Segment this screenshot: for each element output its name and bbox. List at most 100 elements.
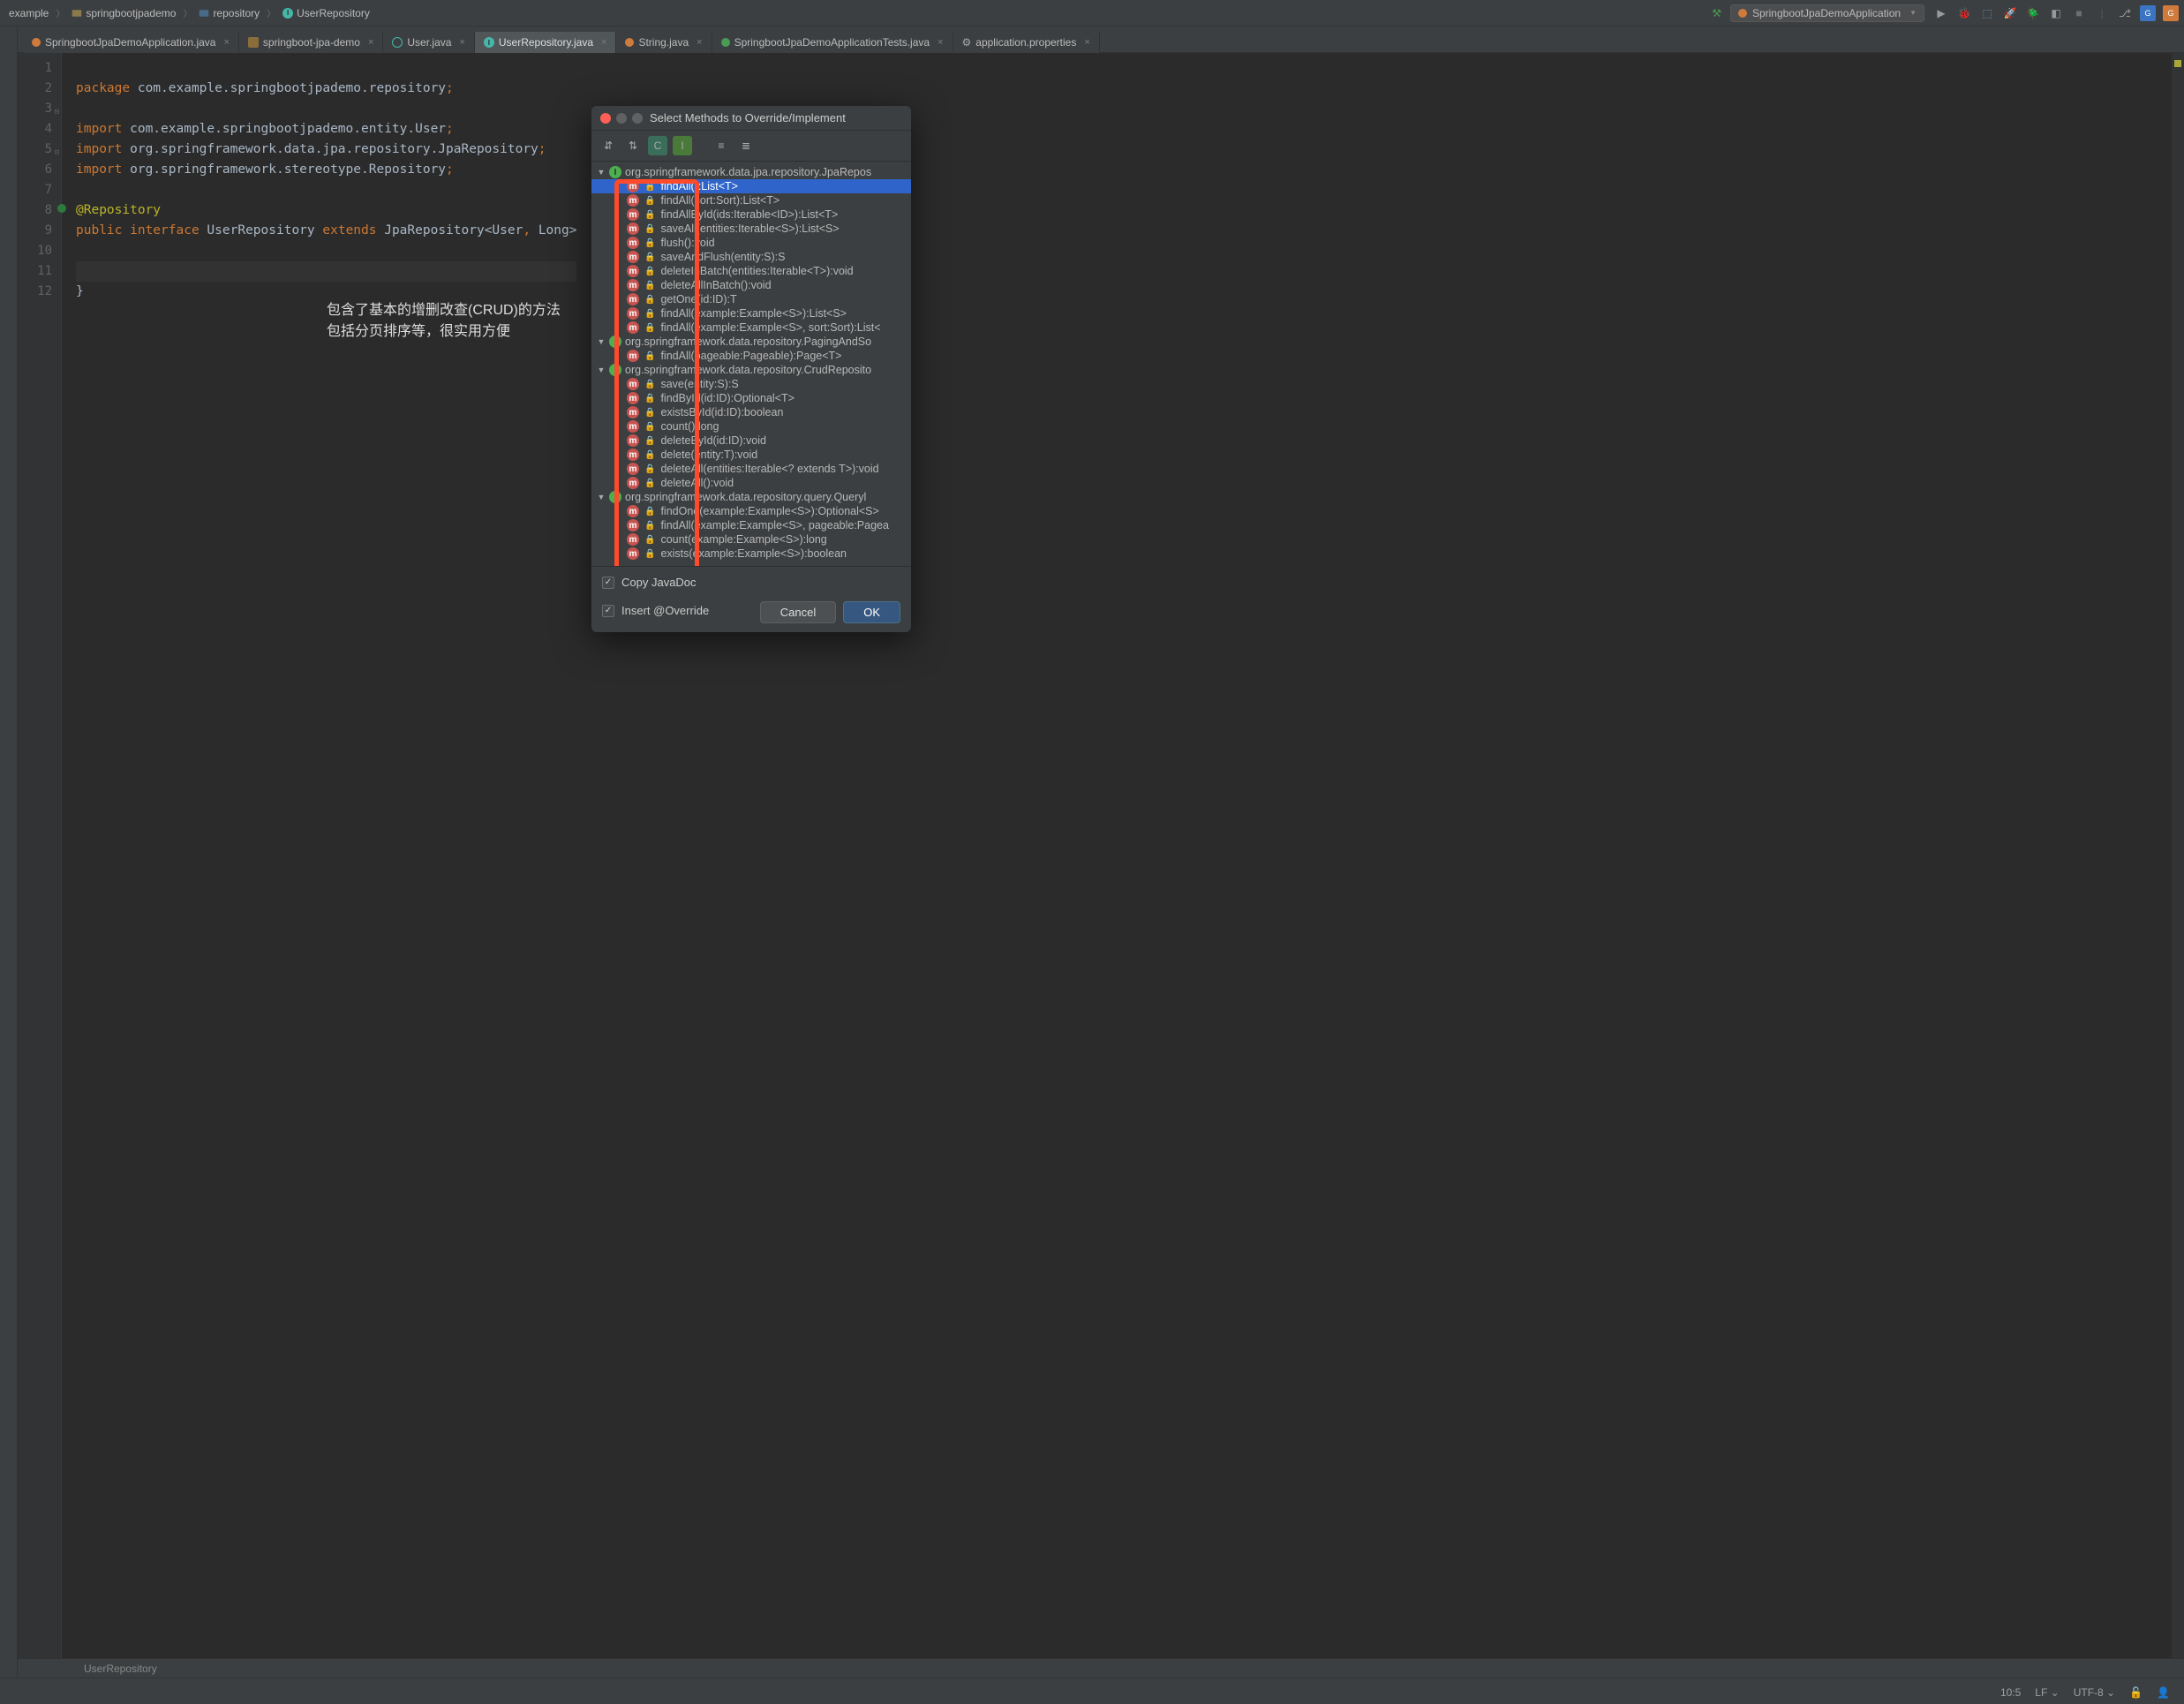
close-icon[interactable]: × — [368, 37, 373, 48]
method-label: delete(entity:T):void — [660, 449, 757, 461]
sort-alpha-icon[interactable]: ⇵ — [599, 136, 618, 155]
breadcrumb-item[interactable]: repository — [195, 5, 263, 21]
copy-javadoc-checkbox[interactable]: ✓ Copy JavaDoc — [602, 576, 900, 589]
close-icon[interactable]: × — [1084, 37, 1089, 48]
tree-method[interactable]: m🔒deleteById(id:ID):void — [591, 434, 911, 448]
method-icon: m — [627, 265, 639, 277]
tree-method[interactable]: m🔒findAllById(ids:Iterable<ID>):List<T> — [591, 207, 911, 222]
method-label: findAll(sort:Sort):List<T> — [660, 194, 779, 207]
lock-icon: 🔒 — [644, 323, 655, 333]
error-stripe[interactable] — [2172, 53, 2184, 1660]
line-separator[interactable]: LF ⌄ — [2035, 1686, 2059, 1699]
method-tree[interactable]: ▼Iorg.springframework.data.jpa.repositor… — [591, 162, 911, 566]
fold-icon[interactable]: ⊟ — [55, 102, 59, 123]
tree-group[interactable]: ▼Iorg.springframework.data.repository.Pa… — [591, 335, 911, 349]
close-window-icon[interactable] — [600, 113, 611, 124]
close-icon[interactable]: × — [938, 37, 943, 48]
tree-method[interactable]: m🔒findOne(example:Example<S>):Optional<S… — [591, 504, 911, 518]
zoom-window-icon[interactable] — [632, 113, 643, 124]
tree-method[interactable]: m🔒findById(id:ID):Optional<T> — [591, 391, 911, 405]
tree-method[interactable]: m🔒deleteInBatch(entities:Iterable<T>):vo… — [591, 264, 911, 278]
close-icon[interactable]: × — [223, 37, 229, 48]
interface-icon: I — [484, 37, 494, 48]
tree-method[interactable]: m🔒delete(entity:T):void — [591, 448, 911, 462]
tree-method[interactable]: m🔒getOne(id:ID):T — [591, 292, 911, 306]
editor-breadcrumb[interactable]: UserRepository — [18, 1658, 2184, 1678]
cancel-button[interactable]: Cancel — [760, 601, 836, 623]
hector-icon[interactable]: 👤 — [2157, 1686, 2170, 1699]
editor-tab[interactable]: SpringbootJpaDemoApplicationTests.java× — [712, 32, 953, 53]
breadcrumb-item[interactable]: I UserRepository — [279, 5, 373, 21]
breadcrumb-item[interactable]: springbootjpademo — [68, 5, 179, 21]
close-icon[interactable]: × — [459, 37, 464, 48]
tool-window-strip-left[interactable] — [0, 26, 18, 1678]
fold-icon[interactable]: ⊡ — [55, 143, 59, 163]
tree-group[interactable]: ▼Iorg.springframework.data.repository.Cr… — [591, 363, 911, 377]
sort-visibility-icon[interactable]: ⇅ — [623, 136, 643, 155]
show-interfaces-icon[interactable]: I — [673, 136, 692, 155]
dialog-titlebar[interactable]: Select Methods to Override/Implement — [591, 106, 911, 131]
editor-tab[interactable]: SpringbootJpaDemoApplication.java× — [23, 32, 239, 53]
lock-icon[interactable]: 🔓 — [2129, 1686, 2143, 1699]
caret-position[interactable]: 10:5 — [2000, 1686, 2021, 1699]
close-icon[interactable]: × — [697, 37, 702, 48]
tree-method[interactable]: m🔒count(example:Example<S>):long — [591, 532, 911, 547]
line-gutter[interactable]: 1 2 3⊟ 4 5⊡ 6 7 8 9 10 11 12 — [18, 53, 62, 1660]
tree-method[interactable]: m🔒findAll():List<T> — [591, 179, 911, 193]
update-icon[interactable]: G — [2140, 5, 2156, 21]
type-name: Long> — [538, 223, 577, 238]
stop-icon[interactable]: ■ — [2071, 5, 2087, 21]
insert-override-checkbox[interactable]: ✓ Insert @Override — [602, 604, 709, 617]
profiler-icon[interactable]: ◧ — [2048, 5, 2064, 21]
lock-icon: 🔒 — [644, 351, 655, 361]
code-area[interactable]: package com.example.springbootjpademo.re… — [62, 53, 576, 1660]
collapse-all-icon[interactable]: ≣ — [736, 136, 756, 155]
g-translate-icon[interactable]: G — [2163, 5, 2179, 21]
warning-mark-icon[interactable] — [2174, 60, 2181, 67]
tree-method[interactable]: m🔒saveAndFlush(entity:S):S — [591, 250, 911, 264]
tree-method[interactable]: m🔒count():long — [591, 419, 911, 434]
debug-icon[interactable]: 🐞 — [1956, 5, 1972, 21]
method-label: saveAll(entities:Iterable<S>):List<S> — [660, 222, 839, 235]
breadcrumb-item[interactable]: example — [5, 5, 52, 21]
editor-tab[interactable]: User.java× — [383, 32, 474, 53]
tree-method[interactable]: m🔒findAll(example:Example<S>):List<S> — [591, 306, 911, 320]
tree-method[interactable]: m🔒deleteAll():void — [591, 476, 911, 490]
tree-method[interactable]: m🔒deleteAll(entities:Iterable<? extends … — [591, 462, 911, 476]
punct: , — [523, 223, 538, 238]
editor-tab[interactable]: springboot-jpa-demo× — [239, 32, 384, 53]
expand-all-icon[interactable]: ≡ — [712, 136, 731, 155]
show-classes-icon[interactable]: C — [648, 136, 667, 155]
editor-tab[interactable]: ⚙ application.properties× — [953, 32, 1100, 53]
tree-method[interactable]: m🔒saveAll(entities:Iterable<S>):List<S> — [591, 222, 911, 236]
tree-group[interactable]: ▼Iorg.springframework.data.jpa.repositor… — [591, 165, 911, 179]
file-encoding[interactable]: UTF-8 ⌄ — [2074, 1686, 2115, 1699]
editor-tab[interactable]: I UserRepository.java× — [475, 32, 617, 53]
close-icon[interactable]: × — [601, 37, 606, 48]
tree-method[interactable]: m🔒findAll(example:Example<S>, sort:Sort)… — [591, 320, 911, 335]
method-label: findAllById(ids:Iterable<ID>):List<T> — [660, 208, 838, 221]
tree-group[interactable]: ▼Iorg.springframework.data.repository.qu… — [591, 490, 911, 504]
tree-method[interactable]: m🔒findAll(example:Example<S>, pageable:P… — [591, 518, 911, 532]
run-icon[interactable]: ▶ — [1933, 5, 1949, 21]
tree-method[interactable]: m🔒exists(example:Example<S>):boolean — [591, 547, 911, 561]
hammer-icon[interactable]: ⚒ — [1712, 7, 1721, 19]
editor[interactable]: 1 2 3⊟ 4 5⊡ 6 7 8 9 10 11 12 package com… — [18, 53, 2184, 1660]
dialog-footer: ✓ Copy JavaDoc ✓ Insert @Override Cancel… — [591, 566, 911, 632]
tree-method[interactable]: m🔒existsById(id:ID):boolean — [591, 405, 911, 419]
jrebel-debug-icon[interactable]: 🪲 — [2025, 5, 2041, 21]
coverage-icon[interactable]: ⬚ — [1979, 5, 1995, 21]
gutter-mark-icon[interactable] — [57, 204, 66, 213]
ok-button[interactable]: OK — [843, 601, 900, 623]
minimize-window-icon[interactable] — [616, 113, 627, 124]
tree-method[interactable]: m🔒save(entity:S):S — [591, 377, 911, 391]
editor-tab[interactable]: String.java× — [616, 32, 712, 53]
tree-method[interactable]: m🔒findAll(sort:Sort):List<T> — [591, 193, 911, 207]
annotation: @Repository — [76, 203, 161, 217]
tree-method[interactable]: m🔒flush():void — [591, 236, 911, 250]
tree-method[interactable]: m🔒findAll(pageable:Pageable):Page<T> — [591, 349, 911, 363]
jrebel-run-icon[interactable]: 🚀 — [2002, 5, 2018, 21]
vcs-icon[interactable]: ⎇ — [2117, 5, 2133, 21]
run-configuration-selector[interactable]: SpringbootJpaDemoApplication ▼ — [1730, 4, 1924, 22]
tree-method[interactable]: m🔒deleteAllInBatch():void — [591, 278, 911, 292]
